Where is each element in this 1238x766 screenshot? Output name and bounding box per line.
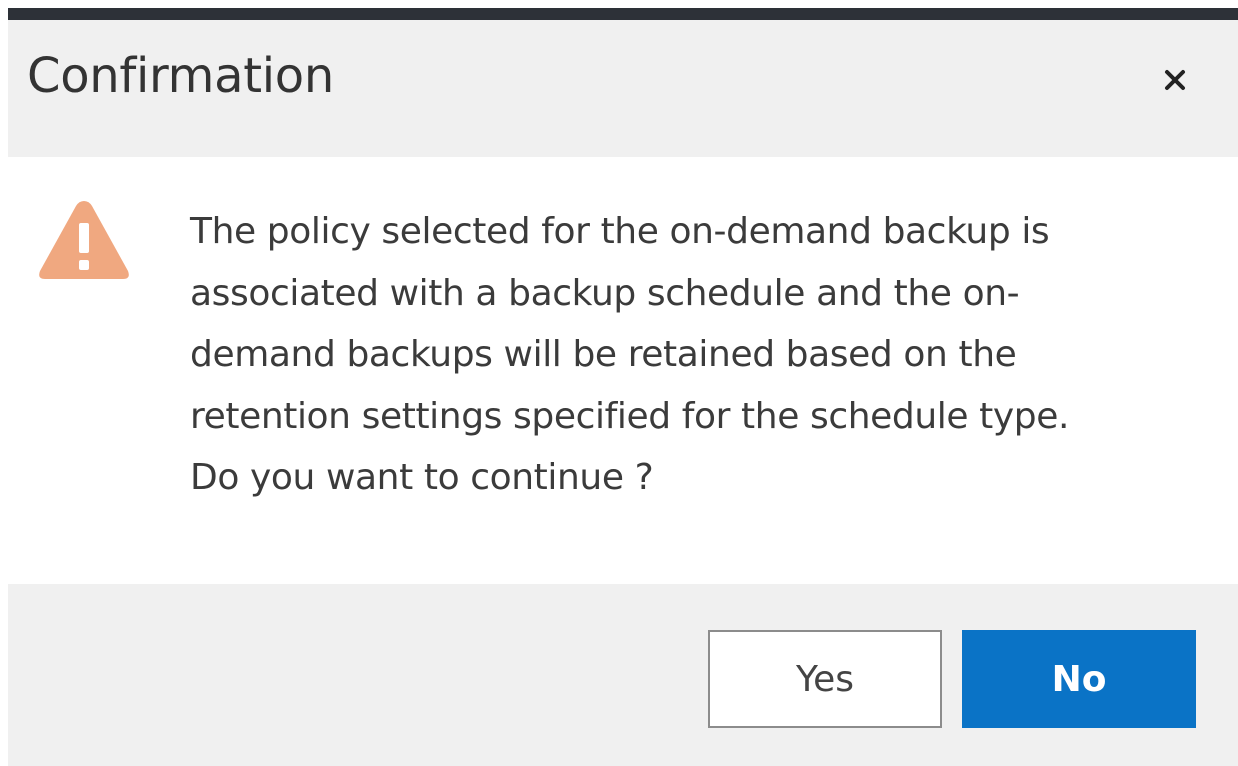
close-button[interactable] [1155, 60, 1195, 100]
top-bar [8, 8, 1238, 20]
message-line: Do you want to continue ? [190, 457, 654, 498]
dialog-footer: Yes No [8, 584, 1238, 766]
dialog-body: The policy selected for the on-demand ba… [8, 157, 1238, 584]
top-strip [0, 0, 1238, 20]
message-line: retention settings specified for the sch… [190, 395, 1070, 437]
dialog-message: The policy selected for the on-demand ba… [190, 201, 1190, 509]
warning-icon [39, 201, 129, 279]
message-line: associated with a backup schedule and th… [190, 272, 1020, 314]
message-line: demand backups will be retained based on… [190, 334, 1017, 375]
close-icon [1165, 70, 1185, 90]
dialog-title: Confirmation [27, 48, 334, 104]
yes-button[interactable]: Yes [708, 630, 942, 728]
message-line: The policy selected for the on-demand ba… [190, 211, 1050, 252]
no-button[interactable]: No [962, 630, 1196, 728]
confirmation-dialog: Confirmation The policy selected for the… [0, 0, 1238, 766]
